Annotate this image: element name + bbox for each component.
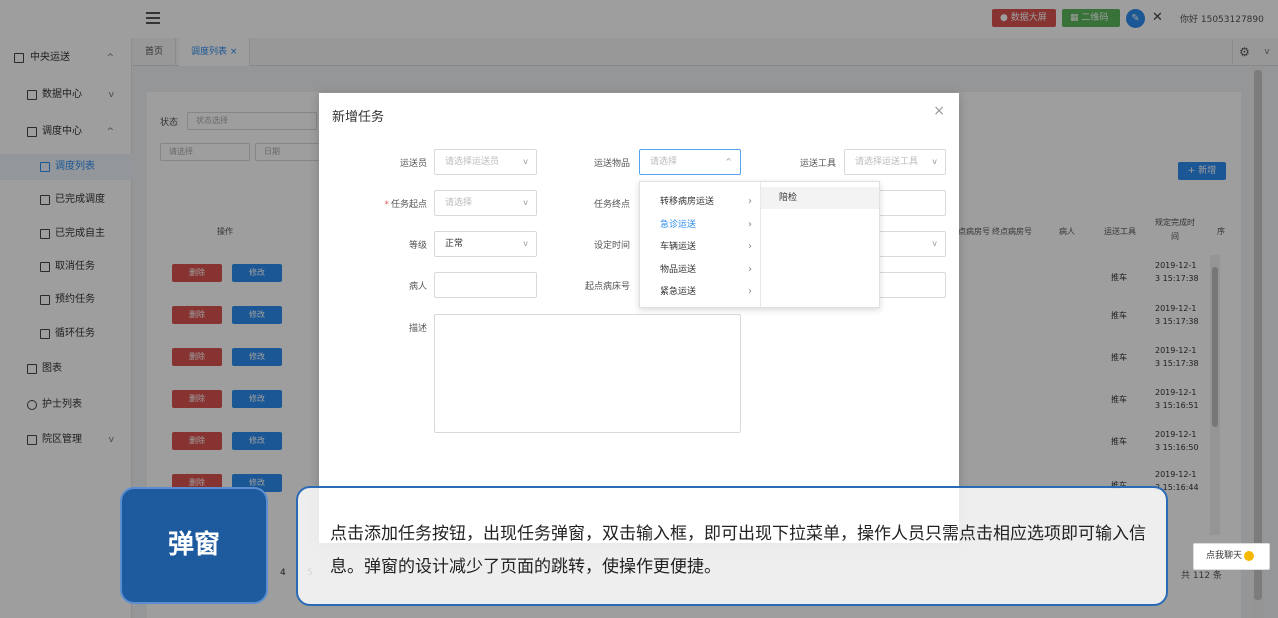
start-select[interactable]: 请选择 v	[434, 190, 537, 216]
chevron-right-icon: ›	[748, 263, 752, 275]
end-label: 任务终点	[593, 200, 630, 210]
patient-input[interactable]	[434, 272, 537, 298]
cascader-option[interactable]: 陪检	[761, 187, 879, 209]
caption-text: 点击添加任务按钮，出现任务弹窗，双击输入框，即可出现下拉菜单，操作人员只需点击相…	[330, 524, 1146, 577]
chevron-down-icon: v	[523, 157, 528, 166]
chevron-up-icon: ^	[725, 157, 732, 166]
cascader-option[interactable]: 紧急运送 ›	[640, 281, 760, 304]
cascader-option[interactable]: 车辆运送 ›	[640, 236, 760, 259]
cascader-level1: 转移病房运送 › 急诊运送 › 车辆运送 › 物品运送 › 紧急运送 ›	[640, 182, 761, 307]
smile-icon	[1244, 550, 1255, 561]
goods-cascader-menu: 转移病房运送 › 急诊运送 › 车辆运送 › 物品运送 › 紧急运送 › 陪检	[639, 181, 880, 308]
chat-button[interactable]: 点我聊天	[1193, 543, 1270, 570]
goods-cascader[interactable]: 请选择 ^	[639, 149, 741, 175]
new-task-modal: 新增任务 × 运送员 请选择运送员 v 运送物品 请选择 ^ 运送工具 请选择运送工…	[319, 93, 959, 543]
modal-title: 新增任务	[332, 110, 385, 125]
patient-label: 病人	[408, 282, 427, 292]
caption-tag: 弹窗	[120, 487, 268, 604]
tool-select[interactable]: 请选择运送工具 v	[844, 149, 946, 175]
description-label: 描述	[408, 324, 427, 334]
close-icon[interactable]: ×	[933, 103, 945, 119]
cascader-level2: 陪检	[761, 182, 879, 307]
chevron-down-icon: v	[932, 157, 937, 166]
caption-box: 点击添加任务按钮，出现任务弹窗，双击输入框，即可出现下拉菜单，操作人员只需点击相…	[296, 486, 1168, 606]
level-label: 等级	[408, 241, 427, 251]
chevron-down-icon: v	[523, 239, 528, 248]
cascader-option[interactable]: 物品运送 ›	[640, 259, 760, 282]
chevron-right-icon: ›	[748, 286, 752, 297]
courier-label: 运送员	[399, 159, 427, 169]
goods-label: 运送物品	[593, 159, 630, 169]
cascader-option[interactable]: 急诊运送 ›	[640, 214, 760, 237]
cascader-option[interactable]: 转移病房运送 ›	[640, 191, 760, 214]
chevron-right-icon: ›	[748, 196, 752, 207]
description-textarea[interactable]	[434, 314, 741, 433]
courier-select[interactable]: 请选择运送员 v	[434, 149, 537, 175]
level-select[interactable]: 正常 v	[434, 231, 537, 257]
time-label: 设定时间	[593, 241, 630, 251]
chevron-down-icon: v	[523, 198, 528, 207]
chevron-right-icon: ›	[748, 241, 752, 252]
bed-label: 起点病床号	[584, 282, 630, 292]
start-label: * 任务起点	[384, 200, 427, 210]
tool-label: 运送工具	[799, 159, 836, 169]
chevron-down-icon: v	[932, 239, 937, 248]
chevron-right-icon: ›	[748, 218, 752, 230]
